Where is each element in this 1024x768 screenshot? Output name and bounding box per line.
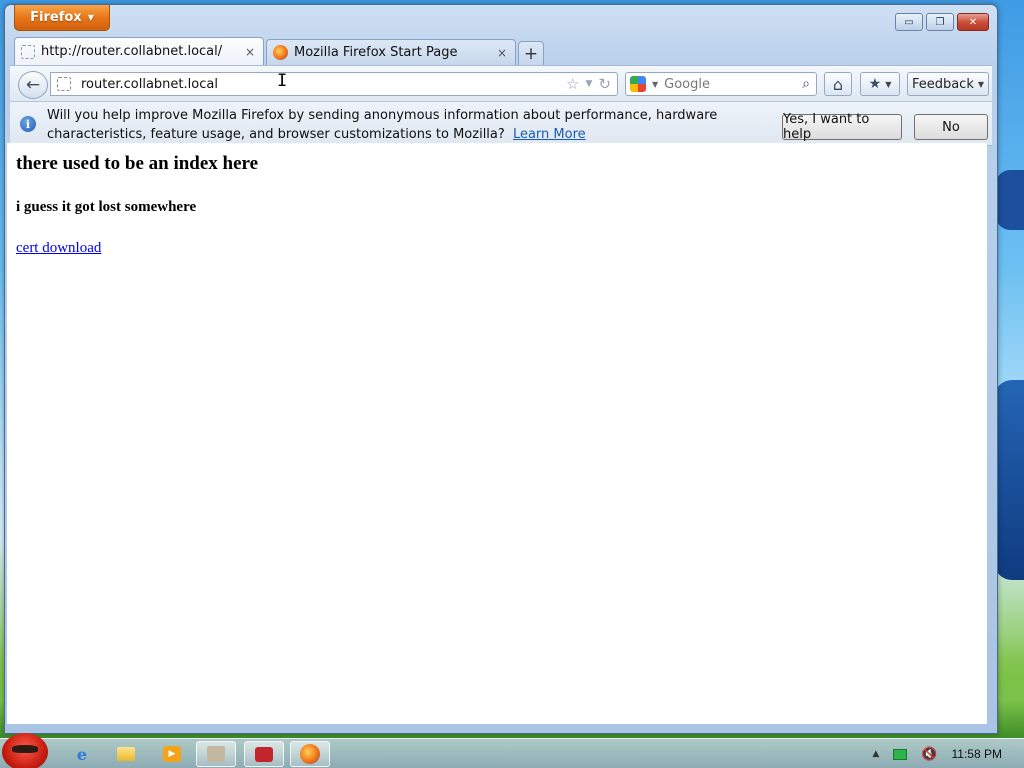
tab-strip: http://router.collabnet.local/ × Mozilla… xyxy=(14,37,544,65)
firefox-menu-button[interactable]: Firefox ▼ xyxy=(14,5,110,31)
page-content: there used to be an index here i guess i… xyxy=(7,143,987,724)
chevron-down-icon: ▼ xyxy=(87,13,94,22)
firefox-taskbar-icon[interactable] xyxy=(290,741,330,767)
network-icon[interactable] xyxy=(893,748,908,760)
explorer-folder-icon[interactable] xyxy=(106,741,146,767)
chevron-down-icon: ▼ xyxy=(885,79,892,89)
notification-message: Will you help improve Mozilla Firefox by… xyxy=(47,106,767,144)
text-cursor-icon: I xyxy=(277,71,288,91)
media-player-icon[interactable]: ▶ xyxy=(152,741,192,767)
tab-router[interactable]: http://router.collabnet.local/ × xyxy=(14,37,264,65)
firefox-menu-label: Firefox xyxy=(30,10,82,25)
learn-more-link[interactable]: Learn More xyxy=(513,127,586,142)
back-button[interactable]: ← xyxy=(18,71,48,99)
info-icon: i xyxy=(20,116,36,132)
maximize-button[interactable]: ❐ xyxy=(926,13,954,31)
page-subheading: i guess it got lost somewhere xyxy=(16,199,197,215)
feedback-button[interactable]: Feedback ▼ xyxy=(907,72,989,96)
system-tray: ▲ 🔇 11:58 PM xyxy=(872,739,1024,768)
close-tab-icon[interactable]: × xyxy=(245,45,255,59)
cert-download-link[interactable]: cert download xyxy=(16,240,101,256)
wallpaper-decoration xyxy=(994,380,1024,580)
window-controls: ▭ ❐ ✕ xyxy=(895,13,989,31)
bookmark-star-icon[interactable]: ☆ xyxy=(566,75,579,93)
chevron-down-icon[interactable]: ▼ xyxy=(652,80,658,89)
site-identity-icon[interactable] xyxy=(57,77,71,91)
search-bar[interactable]: ▼ Google ⌕ xyxy=(625,72,817,96)
url-text[interactable]: router.collabnet.local xyxy=(81,77,560,92)
close-tab-icon[interactable]: × xyxy=(497,46,507,60)
search-icon[interactable]: ⌕ xyxy=(802,76,810,92)
taskbar: e ▶ ▲ 🔇 11:58 PM xyxy=(0,733,1024,768)
chevron-down-icon: ▼ xyxy=(977,79,985,89)
internet-explorer-icon[interactable]: e xyxy=(62,741,102,767)
volume-muted-icon[interactable]: 🔇 xyxy=(921,747,937,762)
history-dropdown-icon[interactable]: ▼ xyxy=(586,79,593,89)
yes-help-button[interactable]: Yes, I want to help xyxy=(782,112,902,142)
page-favicon-icon xyxy=(21,44,35,59)
tab-label: Mozilla Firefox Start Page xyxy=(294,45,458,60)
bookmarks-icon: ★ xyxy=(868,76,882,92)
start-button[interactable] xyxy=(2,733,48,768)
url-bar[interactable]: router.collabnet.local ☆ ▼ ↻ xyxy=(50,72,618,96)
home-button[interactable]: ⌂ xyxy=(824,72,852,96)
google-engine-icon[interactable] xyxy=(630,76,646,92)
page-heading: there used to be an index here xyxy=(16,153,259,174)
notification-text: Will you help improve Mozilla Firefox by… xyxy=(47,108,718,142)
show-hidden-icons-icon[interactable]: ▲ xyxy=(872,749,879,759)
feedback-label: Feedback xyxy=(911,76,974,92)
clock[interactable]: 11:58 PM xyxy=(952,747,1002,761)
minimize-button[interactable]: ▭ xyxy=(895,13,923,31)
notification-bar: i Will you help improve Mozilla Firefox … xyxy=(10,101,992,146)
navigation-toolbar: ← router.collabnet.local ☆ ▼ ↻ ▼ Google … xyxy=(10,65,992,101)
tab-firefox-start[interactable]: Mozilla Firefox Start Page × xyxy=(266,39,516,65)
toolbox-app-icon[interactable] xyxy=(244,741,284,767)
search-input[interactable]: Google xyxy=(664,77,796,92)
no-button[interactable]: No xyxy=(914,114,988,140)
tool-app-icon[interactable] xyxy=(196,741,236,767)
new-tab-button[interactable]: + xyxy=(518,41,544,65)
firefox-favicon-icon xyxy=(273,45,288,60)
reload-icon[interactable]: ↻ xyxy=(598,75,611,93)
tab-label: http://router.collabnet.local/ xyxy=(41,44,223,59)
wallpaper-decoration xyxy=(996,170,1024,230)
close-window-button[interactable]: ✕ xyxy=(957,13,989,31)
bookmarks-button[interactable]: ★ ▼ xyxy=(860,72,900,96)
